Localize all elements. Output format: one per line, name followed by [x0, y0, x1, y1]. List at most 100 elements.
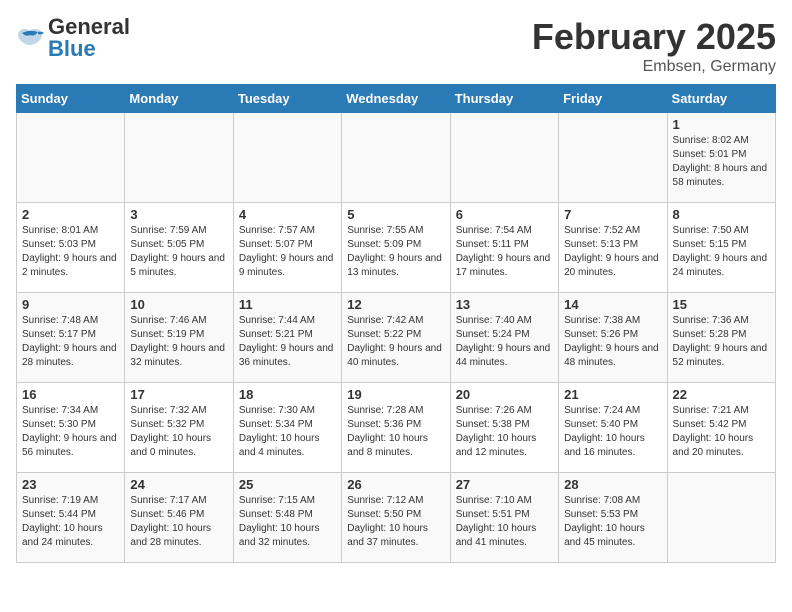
table-row: 8 Sunrise: 7:50 AMSunset: 5:15 PMDayligh… [667, 203, 775, 293]
day-number: 9 [22, 297, 119, 312]
day-number: 5 [347, 207, 444, 222]
day-info: Sunrise: 7:21 AMSunset: 5:42 PMDaylight:… [673, 404, 770, 460]
table-row [17, 113, 125, 203]
day-number: 20 [456, 387, 553, 402]
logo: General Blue [16, 16, 130, 60]
day-info: Sunrise: 7:50 AMSunset: 5:15 PMDaylight:… [673, 224, 770, 280]
day-info: Sunrise: 7:38 AMSunset: 5:26 PMDaylight:… [564, 314, 661, 370]
table-row: 14 Sunrise: 7:38 AMSunset: 5:26 PMDaylig… [559, 293, 667, 383]
day-info: Sunrise: 7:28 AMSunset: 5:36 PMDaylight:… [347, 404, 444, 460]
day-number: 8 [673, 207, 770, 222]
day-number: 3 [130, 207, 227, 222]
calendar-week-row: 2 Sunrise: 8:01 AMSunset: 5:03 PMDayligh… [17, 203, 776, 293]
calendar-week-row: 1 Sunrise: 8:02 AMSunset: 5:01 PMDayligh… [17, 113, 776, 203]
table-row: 2 Sunrise: 8:01 AMSunset: 5:03 PMDayligh… [17, 203, 125, 293]
day-info: Sunrise: 7:34 AMSunset: 5:30 PMDaylight:… [22, 404, 119, 460]
table-row: 10 Sunrise: 7:46 AMSunset: 5:19 PMDaylig… [125, 293, 233, 383]
day-info: Sunrise: 7:40 AMSunset: 5:24 PMDaylight:… [456, 314, 553, 370]
day-number: 7 [564, 207, 661, 222]
table-row [125, 113, 233, 203]
table-row: 4 Sunrise: 7:57 AMSunset: 5:07 PMDayligh… [233, 203, 341, 293]
day-number: 12 [347, 297, 444, 312]
day-number: 4 [239, 207, 336, 222]
day-info: Sunrise: 7:57 AMSunset: 5:07 PMDaylight:… [239, 224, 336, 280]
page-header: General Blue February 2025 Embsen, Germa… [16, 16, 776, 76]
table-row [559, 113, 667, 203]
table-row: 19 Sunrise: 7:28 AMSunset: 5:36 PMDaylig… [342, 383, 450, 473]
table-row: 12 Sunrise: 7:42 AMSunset: 5:22 PMDaylig… [342, 293, 450, 383]
day-info: Sunrise: 7:48 AMSunset: 5:17 PMDaylight:… [22, 314, 119, 370]
day-number: 1 [673, 117, 770, 132]
day-info: Sunrise: 7:55 AMSunset: 5:09 PMDaylight:… [347, 224, 444, 280]
day-number: 24 [130, 477, 227, 492]
table-row: 3 Sunrise: 7:59 AMSunset: 5:05 PMDayligh… [125, 203, 233, 293]
calendar-title: February 2025 [532, 16, 776, 58]
day-info: Sunrise: 7:59 AMSunset: 5:05 PMDaylight:… [130, 224, 227, 280]
day-number: 2 [22, 207, 119, 222]
day-number: 22 [673, 387, 770, 402]
header-monday: Monday [125, 85, 233, 113]
day-number: 14 [564, 297, 661, 312]
table-row: 1 Sunrise: 8:02 AMSunset: 5:01 PMDayligh… [667, 113, 775, 203]
weekday-header-row: Sunday Monday Tuesday Wednesday Thursday… [17, 85, 776, 113]
day-info: Sunrise: 7:12 AMSunset: 5:50 PMDaylight:… [347, 494, 444, 550]
calendar-week-row: 23 Sunrise: 7:19 AMSunset: 5:44 PMDaylig… [17, 473, 776, 563]
day-number: 21 [564, 387, 661, 402]
day-number: 19 [347, 387, 444, 402]
calendar-week-row: 16 Sunrise: 7:34 AMSunset: 5:30 PMDaylig… [17, 383, 776, 473]
header-wednesday: Wednesday [342, 85, 450, 113]
table-row [233, 113, 341, 203]
title-block: February 2025 Embsen, Germany [532, 16, 776, 76]
day-number: 27 [456, 477, 553, 492]
day-number: 26 [347, 477, 444, 492]
header-tuesday: Tuesday [233, 85, 341, 113]
day-info: Sunrise: 7:54 AMSunset: 5:11 PMDaylight:… [456, 224, 553, 280]
day-info: Sunrise: 7:46 AMSunset: 5:19 PMDaylight:… [130, 314, 227, 370]
day-info: Sunrise: 7:10 AMSunset: 5:51 PMDaylight:… [456, 494, 553, 550]
table-row: 28 Sunrise: 7:08 AMSunset: 5:53 PMDaylig… [559, 473, 667, 563]
table-row: 16 Sunrise: 7:34 AMSunset: 5:30 PMDaylig… [17, 383, 125, 473]
table-row: 9 Sunrise: 7:48 AMSunset: 5:17 PMDayligh… [17, 293, 125, 383]
day-number: 17 [130, 387, 227, 402]
calendar-table: Sunday Monday Tuesday Wednesday Thursday… [16, 84, 776, 563]
day-number: 28 [564, 477, 661, 492]
logo-icon [16, 27, 44, 49]
table-row: 7 Sunrise: 7:52 AMSunset: 5:13 PMDayligh… [559, 203, 667, 293]
day-number: 18 [239, 387, 336, 402]
table-row: 17 Sunrise: 7:32 AMSunset: 5:32 PMDaylig… [125, 383, 233, 473]
day-number: 15 [673, 297, 770, 312]
day-number: 16 [22, 387, 119, 402]
day-info: Sunrise: 7:30 AMSunset: 5:34 PMDaylight:… [239, 404, 336, 460]
day-info: Sunrise: 7:15 AMSunset: 5:48 PMDaylight:… [239, 494, 336, 550]
day-info: Sunrise: 8:01 AMSunset: 5:03 PMDaylight:… [22, 224, 119, 280]
day-info: Sunrise: 7:42 AMSunset: 5:22 PMDaylight:… [347, 314, 444, 370]
table-row [450, 113, 558, 203]
day-info: Sunrise: 7:32 AMSunset: 5:32 PMDaylight:… [130, 404, 227, 460]
header-sunday: Sunday [17, 85, 125, 113]
day-info: Sunrise: 7:17 AMSunset: 5:46 PMDaylight:… [130, 494, 227, 550]
day-info: Sunrise: 8:02 AMSunset: 5:01 PMDaylight:… [673, 134, 770, 190]
table-row: 26 Sunrise: 7:12 AMSunset: 5:50 PMDaylig… [342, 473, 450, 563]
table-row [667, 473, 775, 563]
day-number: 6 [456, 207, 553, 222]
day-number: 23 [22, 477, 119, 492]
day-info: Sunrise: 7:19 AMSunset: 5:44 PMDaylight:… [22, 494, 119, 550]
calendar-week-row: 9 Sunrise: 7:48 AMSunset: 5:17 PMDayligh… [17, 293, 776, 383]
header-friday: Friday [559, 85, 667, 113]
table-row: 11 Sunrise: 7:44 AMSunset: 5:21 PMDaylig… [233, 293, 341, 383]
day-number: 13 [456, 297, 553, 312]
table-row: 22 Sunrise: 7:21 AMSunset: 5:42 PMDaylig… [667, 383, 775, 473]
calendar-subtitle: Embsen, Germany [532, 58, 776, 76]
table-row: 15 Sunrise: 7:36 AMSunset: 5:28 PMDaylig… [667, 293, 775, 383]
table-row [342, 113, 450, 203]
day-info: Sunrise: 7:08 AMSunset: 5:53 PMDaylight:… [564, 494, 661, 550]
day-number: 25 [239, 477, 336, 492]
table-row: 23 Sunrise: 7:19 AMSunset: 5:44 PMDaylig… [17, 473, 125, 563]
table-row: 5 Sunrise: 7:55 AMSunset: 5:09 PMDayligh… [342, 203, 450, 293]
header-saturday: Saturday [667, 85, 775, 113]
table-row: 20 Sunrise: 7:26 AMSunset: 5:38 PMDaylig… [450, 383, 558, 473]
header-thursday: Thursday [450, 85, 558, 113]
table-row: 21 Sunrise: 7:24 AMSunset: 5:40 PMDaylig… [559, 383, 667, 473]
day-info: Sunrise: 7:44 AMSunset: 5:21 PMDaylight:… [239, 314, 336, 370]
table-row: 27 Sunrise: 7:10 AMSunset: 5:51 PMDaylig… [450, 473, 558, 563]
